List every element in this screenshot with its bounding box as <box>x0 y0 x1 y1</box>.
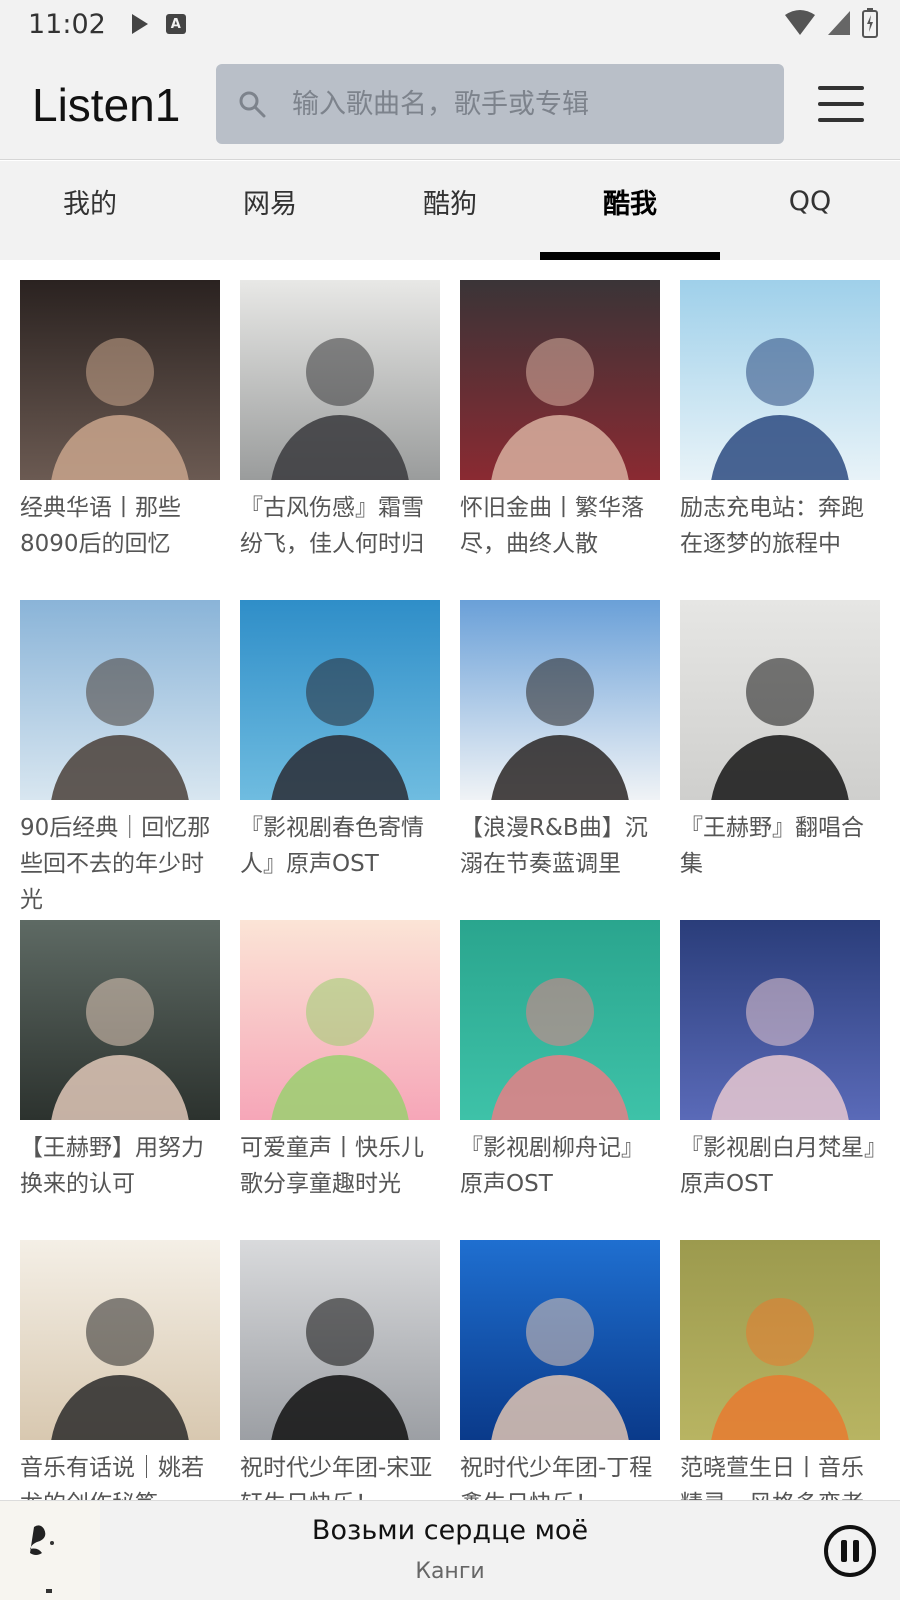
search-bar[interactable] <box>216 64 784 144</box>
tab-kugou[interactable]: 酷狗 <box>360 161 540 260</box>
playlist-card[interactable]: 『王赫野』翻唱合集 <box>680 600 880 920</box>
playlist-card[interactable]: 【王赫野】用努力换来的认可 <box>20 920 220 1240</box>
playlist-cover-image[interactable] <box>240 600 440 800</box>
now-playing-artist: Канги <box>415 1559 485 1584</box>
menu-icon-bar <box>818 118 864 122</box>
playlist-title: 【王赫野】用努力换来的认可 <box>20 1135 204 1197</box>
playlist-title: 『古风伤感』霜雪纷飞，佳人何时归 <box>240 495 424 557</box>
signal-icon <box>828 11 850 35</box>
playlist-cover-image[interactable] <box>240 920 440 1120</box>
cover-art-image <box>0 1501 100 1600</box>
playlist-cover-image[interactable] <box>460 280 660 480</box>
playlist-cover-image[interactable] <box>460 1240 660 1440</box>
playlist-card[interactable]: 『影视剧白月梵星』原声OST <box>680 920 880 1240</box>
app-header: Listen1 <box>0 48 900 160</box>
app-title: Listen1 <box>32 79 181 131</box>
playlist-card[interactable]: 经典华语丨那些8090后的回忆 <box>20 280 220 600</box>
menu-button[interactable] <box>818 86 864 122</box>
playlist-cover-image[interactable] <box>460 600 660 800</box>
playlist-card[interactable]: 可爱童声丨快乐儿歌分享童趣时光 <box>240 920 440 1240</box>
playlist-title: 90后经典｜回忆那些回不去的年少时光 <box>20 815 211 913</box>
playlist-cover-image[interactable] <box>20 600 220 800</box>
now-playing-bar[interactable]: Возьми сердце моё Канги <box>0 1500 900 1600</box>
playlist-card[interactable]: 『影视剧柳舟记』原声OST <box>460 920 660 1240</box>
playlist-card[interactable]: 『古风伤感』霜雪纷飞，佳人何时归 <box>240 280 440 600</box>
playlist-card[interactable]: 怀旧金曲丨繁华落尽，曲终人散 <box>460 280 660 600</box>
playlist-cover-image[interactable] <box>460 920 660 1120</box>
playlist-title: 『影视剧柳舟记』原声OST <box>460 1135 644 1197</box>
playlist-cover-image[interactable] <box>680 920 880 1120</box>
playlist-cover-image[interactable] <box>20 920 220 1120</box>
search-input[interactable] <box>292 88 752 120</box>
pause-icon-bar <box>841 1540 847 1562</box>
playlist-card[interactable]: 90后经典｜回忆那些回不去的年少时光 <box>20 600 220 920</box>
wifi-icon <box>785 10 815 35</box>
status-time: 11:02 <box>28 8 106 40</box>
playlist-cover-image[interactable] <box>240 280 440 480</box>
menu-icon-bar <box>818 102 864 106</box>
tab-kuwo[interactable]: 酷我 <box>540 161 720 260</box>
tab-mine[interactable]: 我的 <box>0 161 180 260</box>
menu-icon-bar <box>818 86 864 90</box>
playlist-cover-image[interactable] <box>20 280 220 480</box>
platform-tabs: 我的 网易 酷狗 酷我 QQ <box>0 161 900 260</box>
search-icon <box>239 91 266 118</box>
playlist-cover-image[interactable] <box>680 600 880 800</box>
now-playing-title: Возьми сердце моё <box>311 1515 589 1546</box>
playlist-title: 怀旧金曲丨繁华落尽，曲终人散 <box>460 495 644 557</box>
playlist-title: 励志充电站：奔跑在逐梦的旅程中 <box>680 495 864 557</box>
media-play-status-icon <box>131 14 148 34</box>
tab-netease[interactable]: 网易 <box>180 161 360 260</box>
battery-icon <box>862 8 878 38</box>
playlist-cover-image[interactable] <box>680 280 880 480</box>
playlist-cover-image[interactable] <box>20 1240 220 1440</box>
pause-button[interactable] <box>824 1525 876 1577</box>
playlist-title: 『影视剧白月梵星』原声OST <box>680 1135 876 1197</box>
status-bar: 11:02 A <box>0 0 900 48</box>
playlist-title: 『王赫野』翻唱合集 <box>680 815 864 877</box>
playlist-title: 经典华语丨那些8090后的回忆 <box>20 495 181 557</box>
playlist-card[interactable]: 『影视剧春色寄情人』原声OST <box>240 600 440 920</box>
pause-icon-bar <box>853 1540 859 1562</box>
playlist-cover-image[interactable] <box>680 1240 880 1440</box>
playlist-title: 『影视剧春色寄情人』原声OST <box>240 815 424 877</box>
tab-qq[interactable]: QQ <box>720 161 900 260</box>
playlist-card[interactable]: 励志充电站：奔跑在逐梦的旅程中 <box>680 280 880 600</box>
playlist-card[interactable]: 【浪漫R&B曲】沉溺在节奏蓝调里 <box>460 600 660 920</box>
keyboard-a-status-icon: A <box>165 14 186 34</box>
playlist-cover-image[interactable] <box>240 1240 440 1440</box>
now-playing-cover[interactable] <box>0 1501 100 1600</box>
playlist-grid: 经典华语丨那些8090后的回忆 『古风伤感』霜雪纷飞，佳人何时归 怀旧金曲丨繁华落尽… <box>20 280 882 1560</box>
playlist-title: 可爱童声丨快乐儿歌分享童趣时光 <box>240 1135 424 1197</box>
playlist-title: 【浪漫R&B曲】沉溺在节奏蓝调里 <box>460 815 648 877</box>
